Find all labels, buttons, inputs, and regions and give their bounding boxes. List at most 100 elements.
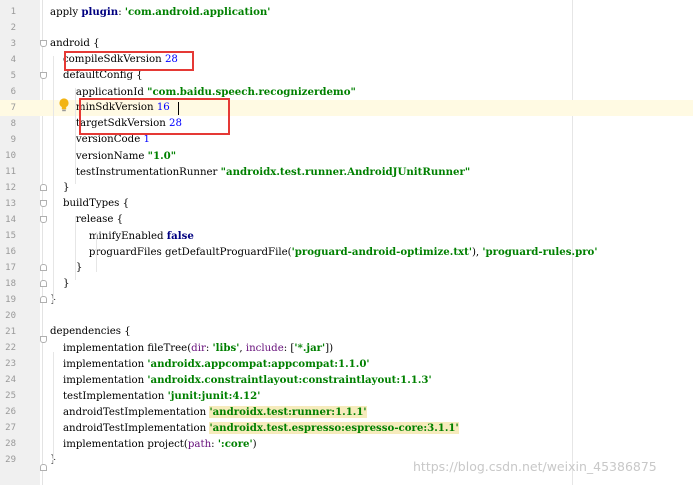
code-text[interactable]: release { — [50, 212, 123, 228]
fold-toggle-icon[interactable] — [40, 336, 47, 343]
code-text[interactable]: proguardFiles getDefaultProguardFile( 'pr… — [50, 244, 598, 261]
line-number: 16 — [5, 247, 16, 257]
code-line[interactable]: 28 implementation project(path: ':core') — [0, 436, 693, 452]
indent-guide — [75, 216, 76, 280]
code-text[interactable]: implementation 'androidx.appcompat:appco… — [50, 356, 370, 373]
code-line[interactable]: 24 implementation 'androidx.constraintla… — [0, 372, 693, 388]
code-token: buildTypes { — [50, 198, 130, 209]
code-line[interactable]: 1 apply plugin: 'com.android.application' — [0, 4, 693, 20]
code-line[interactable]: 16 proguardFiles getDefaultProguardFile(… — [0, 244, 693, 260]
code-token: applicationId — [50, 87, 148, 98]
line-number: 25 — [5, 391, 16, 401]
code-token: : [ — [283, 343, 295, 354]
line-number: 10 — [5, 151, 16, 161]
fold-toggle-icon[interactable] — [40, 280, 47, 287]
code-line[interactable]: 15 minifyEnabled false — [0, 228, 693, 244]
code-token: 'com.android.application' — [124, 6, 271, 18]
code-token: 1 — [143, 134, 150, 145]
code-token: "com.baidu.speech.recognizerdemo" — [147, 86, 356, 98]
code-line[interactable]: 14 release { — [0, 212, 693, 228]
code-token: : — [205, 343, 213, 354]
code-token: apply — [50, 7, 82, 18]
watermark: https://blog.csdn.net/weixin_45386875 — [413, 459, 657, 474]
code-token: "1.0" — [147, 150, 177, 162]
code-line[interactable]: 12 } — [0, 180, 693, 196]
line-number: 13 — [5, 199, 16, 209]
line-number: 5 — [10, 71, 16, 81]
line-number: 8 — [10, 119, 16, 129]
code-text[interactable]: apply plugin: 'com.android.application' — [50, 4, 270, 21]
code-line[interactable]: 22 implementation fileTree(dir: 'libs', … — [0, 340, 693, 356]
fold-toggle-icon[interactable] — [40, 40, 47, 47]
line-number: 17 — [5, 263, 16, 273]
code-token: release { — [50, 214, 124, 225]
code-token: '*.jar' — [294, 342, 326, 354]
code-text[interactable]: androidTestImplementation 'androidx.test… — [50, 420, 459, 437]
fold-toggle-icon[interactable] — [40, 72, 47, 79]
code-line[interactable]: 19} — [0, 292, 693, 308]
code-token: versionName — [50, 151, 148, 162]
code-line[interactable]: 27 androidTestImplementation 'androidx.t… — [0, 420, 693, 436]
code-token: versionCode — [50, 134, 144, 145]
code-text[interactable]: testInstrumentationRunner "androidx.test… — [50, 164, 470, 181]
fold-toggle-icon[interactable] — [40, 264, 47, 271]
fold-toggle-icon[interactable] — [40, 464, 47, 471]
code-token: defaultConfig { — [50, 70, 143, 81]
code-token: implementation — [50, 359, 148, 370]
code-token: 'proguard-rules.pro' — [482, 246, 598, 258]
code-line[interactable]: 13 buildTypes { — [0, 196, 693, 212]
code-text[interactable]: implementation project(path: ':core') — [50, 436, 257, 453]
code-line[interactable]: 11 testInstrumentationRunner "androidx.t… — [0, 164, 693, 180]
code-token: proguardFiles getDefaultProguardFile( — [50, 247, 292, 258]
lightbulb-icon[interactable] — [58, 98, 70, 112]
indent-guide — [53, 56, 54, 304]
indent-guide — [96, 232, 97, 272]
code-line[interactable]: 3 android { — [0, 36, 693, 52]
code-editor[interactable]: 1 apply plugin: 'com.android.application'… — [0, 0, 693, 485]
code-text[interactable]: androidTestImplementation 'androidx.test… — [50, 404, 367, 421]
code-text[interactable]: } — [50, 260, 82, 276]
fold-toggle-icon[interactable] — [40, 296, 47, 303]
line-number: 3 — [10, 39, 16, 49]
line-number: 7 — [10, 103, 16, 113]
line-number: 11 — [5, 167, 16, 177]
code-text[interactable]: testImplementation 'junit:junit:4.12' — [50, 388, 260, 405]
fold-toggle-icon[interactable] — [40, 200, 47, 207]
line-number: 1 — [10, 7, 16, 17]
fold-toggle-icon[interactable] — [40, 184, 47, 191]
code-line[interactable]: 17 } — [0, 260, 693, 276]
code-token: } — [50, 262, 83, 273]
line-number: 24 — [5, 375, 16, 385]
line-number: 28 — [5, 439, 16, 449]
code-token: 'androidx.constraintlayout:constraintlay… — [147, 374, 432, 386]
fold-toggle-icon[interactable] — [40, 216, 47, 223]
code-token: dependencies { — [50, 326, 131, 337]
code-text[interactable]: implementation 'androidx.constraintlayou… — [50, 372, 432, 389]
code-text[interactable]: buildTypes { — [50, 196, 129, 212]
code-line[interactable]: 10 versionName "1.0" — [0, 148, 693, 164]
code-token: minifyEnabled — [50, 231, 167, 242]
text-caret — [178, 102, 179, 115]
code-text[interactable]: dependencies { — [50, 324, 131, 340]
code-token: path — [187, 439, 212, 450]
code-text[interactable]: versionName "1.0" — [50, 148, 176, 165]
code-token: androidTestImplementation — [50, 423, 210, 434]
code-token: implementation project( — [50, 439, 188, 450]
code-text[interactable]: minifyEnabled false — [50, 228, 194, 245]
code-line[interactable]: 20 — [0, 308, 693, 324]
code-text[interactable]: android { — [50, 36, 100, 52]
line-number: 23 — [5, 359, 16, 369]
code-token: 'androidx.test.espresso:espresso-core:3.… — [209, 422, 459, 434]
code-line[interactable]: 23 implementation 'androidx.appcompat:ap… — [0, 356, 693, 372]
code-token: : — [118, 7, 125, 18]
code-line[interactable]: 25 testImplementation 'junit:junit:4.12' — [0, 388, 693, 404]
line-number: 18 — [5, 279, 16, 289]
code-token: 'androidx.test:runner:1.1.1' — [209, 406, 367, 418]
line-number: 26 — [5, 407, 16, 417]
code-line[interactable]: 26 androidTestImplementation 'androidx.t… — [0, 404, 693, 420]
code-line[interactable]: 21 dependencies { — [0, 324, 693, 340]
code-text[interactable]: implementation fileTree(dir: 'libs', inc… — [50, 340, 333, 357]
code-token: ]) — [325, 343, 334, 354]
code-line[interactable]: 18 } — [0, 276, 693, 292]
code-line[interactable]: 2 — [0, 20, 693, 36]
